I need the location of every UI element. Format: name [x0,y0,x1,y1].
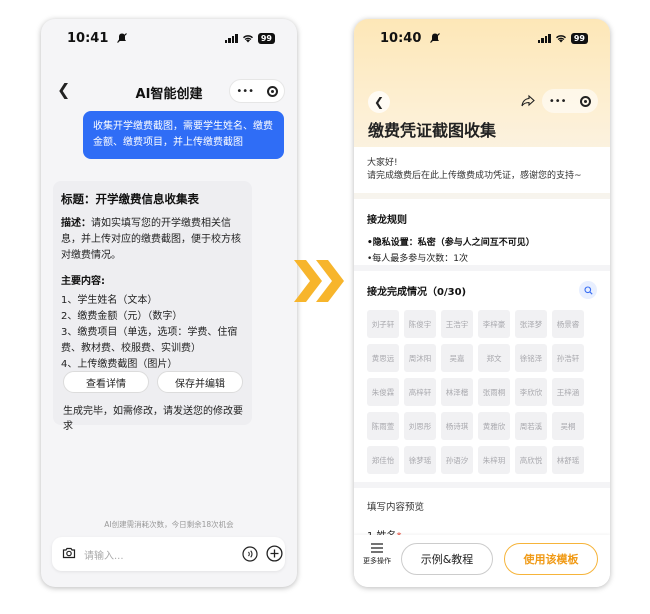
mute-bell-icon [430,33,440,43]
participant-cell: 杨景睿 [552,310,584,338]
participant-cell: 黄思远 [367,344,399,372]
ai-action-buttons: 查看详情 保存并编辑 [63,371,243,393]
ai-chat-screen: 10:41 99 ❮ AI智能创建 ••• 收集开学缴费截图，需要学生姓名、缴费… [41,19,297,587]
more-actions-label: 更多操作 [363,557,391,565]
participant-cell: 陈俊宇 [404,310,436,338]
nav-bar: ❮ AI智能创建 ••• [41,79,297,105]
ai-reply-card: 标题：开学缴费信息收集表 描述：请如实填写您的开学缴费相关信息，并上传对应的缴费… [53,181,252,432]
participant-cell: 周沐阳 [404,344,436,372]
completion-title: 接龙完成情况（0/30) [367,287,467,298]
view-detail-button[interactable]: 查看详情 [63,371,149,393]
participant-cell: 林泽楷 [441,378,473,406]
participant-cell: 黄雅欣 [478,412,510,440]
participant-cell: 朱梓玥 [478,446,510,474]
more-dots-icon[interactable]: ••• [236,86,254,97]
more-dots-icon[interactable]: ••• [549,96,567,107]
chat-input-bar: 请输入... [52,537,285,571]
participant-cell: 王浩宇 [441,310,473,338]
close-target-icon[interactable] [580,95,592,107]
status-time: 10:40 [380,31,422,46]
search-icon [583,285,593,295]
participant-cell: 吴嘉 [441,344,473,372]
more-actions-button[interactable]: 更多操作 [360,543,394,566]
voice-icon[interactable] [242,546,258,562]
participant-cell: 陈雨萱 [367,412,399,440]
participant-cell: 刘思彤 [404,412,436,440]
mini-program-capsule[interactable]: ••• [229,79,285,103]
battery-icon: 99 [257,33,275,44]
wifi-icon [555,35,566,43]
participant-cell: 郑文 [478,344,510,372]
field-item: 3、缴费项目（单选，选项：学费、住宿费、教材费、校服费、实训费） [61,327,238,354]
intro-greeting: 大家好! [367,158,398,168]
rules-title: 接龙规则 [367,215,407,226]
status-bar: 10:40 99 [354,19,610,53]
chat-input[interactable]: 请输入... [84,547,124,562]
user-message-bubble: 收集开学缴费截图，需要学生姓名、缴费金额、缴费项目，并上传缴费截图 [83,111,284,159]
signal-icon [537,34,551,43]
save-edit-button[interactable]: 保存并编辑 [157,371,243,393]
mute-bell-icon [117,33,127,43]
status-icons: 99 [537,33,588,44]
template-screen: 10:40 99 ❮ ••• 缴费凭证截图收集 大家好! 请完成缴费后在此上传缴… [354,19,610,587]
signal-icon [224,34,238,43]
participant-cell: 林舒瑶 [552,446,584,474]
participant-cell: 徐铭泽 [515,344,547,372]
battery-icon: 99 [570,33,588,44]
example-tutorial-button[interactable]: 示例&教程 [401,543,493,575]
completion-section: 接龙完成情况（0/30) 刘子轩 陈俊宇 王浩宇 李梓豪 张泽梦 杨景睿 黄思远 周沐阳 吴嘉郑… [354,271,610,482]
ai-form-description: 描述：请如实填写您的开学缴费相关信息，并上传对应的缴费截图，便于校方核对缴费情况… [61,216,244,264]
participant-cell: 张泽梦 [515,310,547,338]
plus-icon[interactable] [266,545,283,562]
participant-cell: 高梓轩 [404,378,436,406]
template-title: 缴费凭证截图收集 [368,121,497,140]
participant-cell: 刘子轩 [367,310,399,338]
list-icon [371,543,383,553]
search-button[interactable] [579,281,597,299]
field-item: 1、学生姓名（文本） [61,295,158,306]
participant-cell: 高欣悦 [515,446,547,474]
status-bar: 10:41 99 [41,19,297,53]
participant-cell: 周若溪 [515,412,547,440]
participant-cell: 李梓豪 [478,310,510,338]
wifi-icon [242,35,253,43]
participant-cell: 孙浩轩 [552,344,584,372]
participant-cell: 吴桐 [552,412,584,440]
intro-text: 请完成缴费后在此上传缴费成功凭证，感谢您的支持~ [367,171,582,181]
field-item: 2、缴费金额（元）（数字） [61,311,183,322]
participant-cell: 杨诗琪 [441,412,473,440]
close-target-icon[interactable] [266,85,278,97]
ai-form-title: 标题：开学缴费信息收集表 [61,192,199,206]
double-chevron-arrow-icon [294,260,344,302]
quota-hint: AI创建需消耗次数，今日剩余18次机会 [104,520,234,529]
use-template-button[interactable]: 使用该模板 [504,543,598,575]
participant-cell: 孙语汐 [441,446,473,474]
main-content-label: 主要内容: [61,276,105,287]
back-button[interactable]: ❮ [368,91,390,113]
participant-cell: 李欣欣 [515,378,547,406]
participant-grid: 刘子轩 陈俊宇 王浩宇 李梓豪 张泽梦 杨景睿黄思远 周沐阳 吴嘉 郑文 徐铭泽 孙浩轩朱俊霖 高梓轩… [367,310,597,474]
rules-section: 接龙规则 •隐私设置：私密（参与人之间互不可见） •每人最多参与次数：1次 [354,199,610,265]
mini-program-capsule[interactable]: ••• [542,89,598,113]
status-icons: 99 [224,33,275,44]
participation-limit: •每人最多参与次数：1次 [367,254,469,264]
participant-cell: 郑佳怡 [367,446,399,474]
participant-cell: 王梓涵 [552,378,584,406]
participant-cell: 朱俊霖 [367,378,399,406]
back-arrow-icon: ❮ [373,95,385,109]
privacy-rule: •隐私设置：私密（参与人之间互不可见） [367,235,597,251]
preview-title: 填写内容预览 [367,502,425,513]
status-time: 10:41 [67,31,109,46]
camera-icon[interactable] [62,547,76,559]
desc-label: 描述： [61,218,91,229]
participant-cell: 徐梦瑶 [404,446,436,474]
intro-section: 大家好! 请完成缴费后在此上传缴费成功凭证，感谢您的支持~ [354,147,610,193]
privacy-value: 私密（参与人之间互不可见） [417,238,535,248]
ai-footer-text: 生成完毕，如需修改，请发送您的修改要求 [63,406,243,432]
privacy-label: •隐私设置： [367,238,418,248]
bottom-action-bar: 更多操作 示例&教程 使用该模板 [354,535,610,587]
participant-cell: 张雨桐 [478,378,510,406]
stage: 10:41 99 ❮ AI智能创建 ••• 收集开学缴费截图，需要学生姓名、缴费… [0,0,650,614]
share-icon[interactable] [520,93,536,109]
